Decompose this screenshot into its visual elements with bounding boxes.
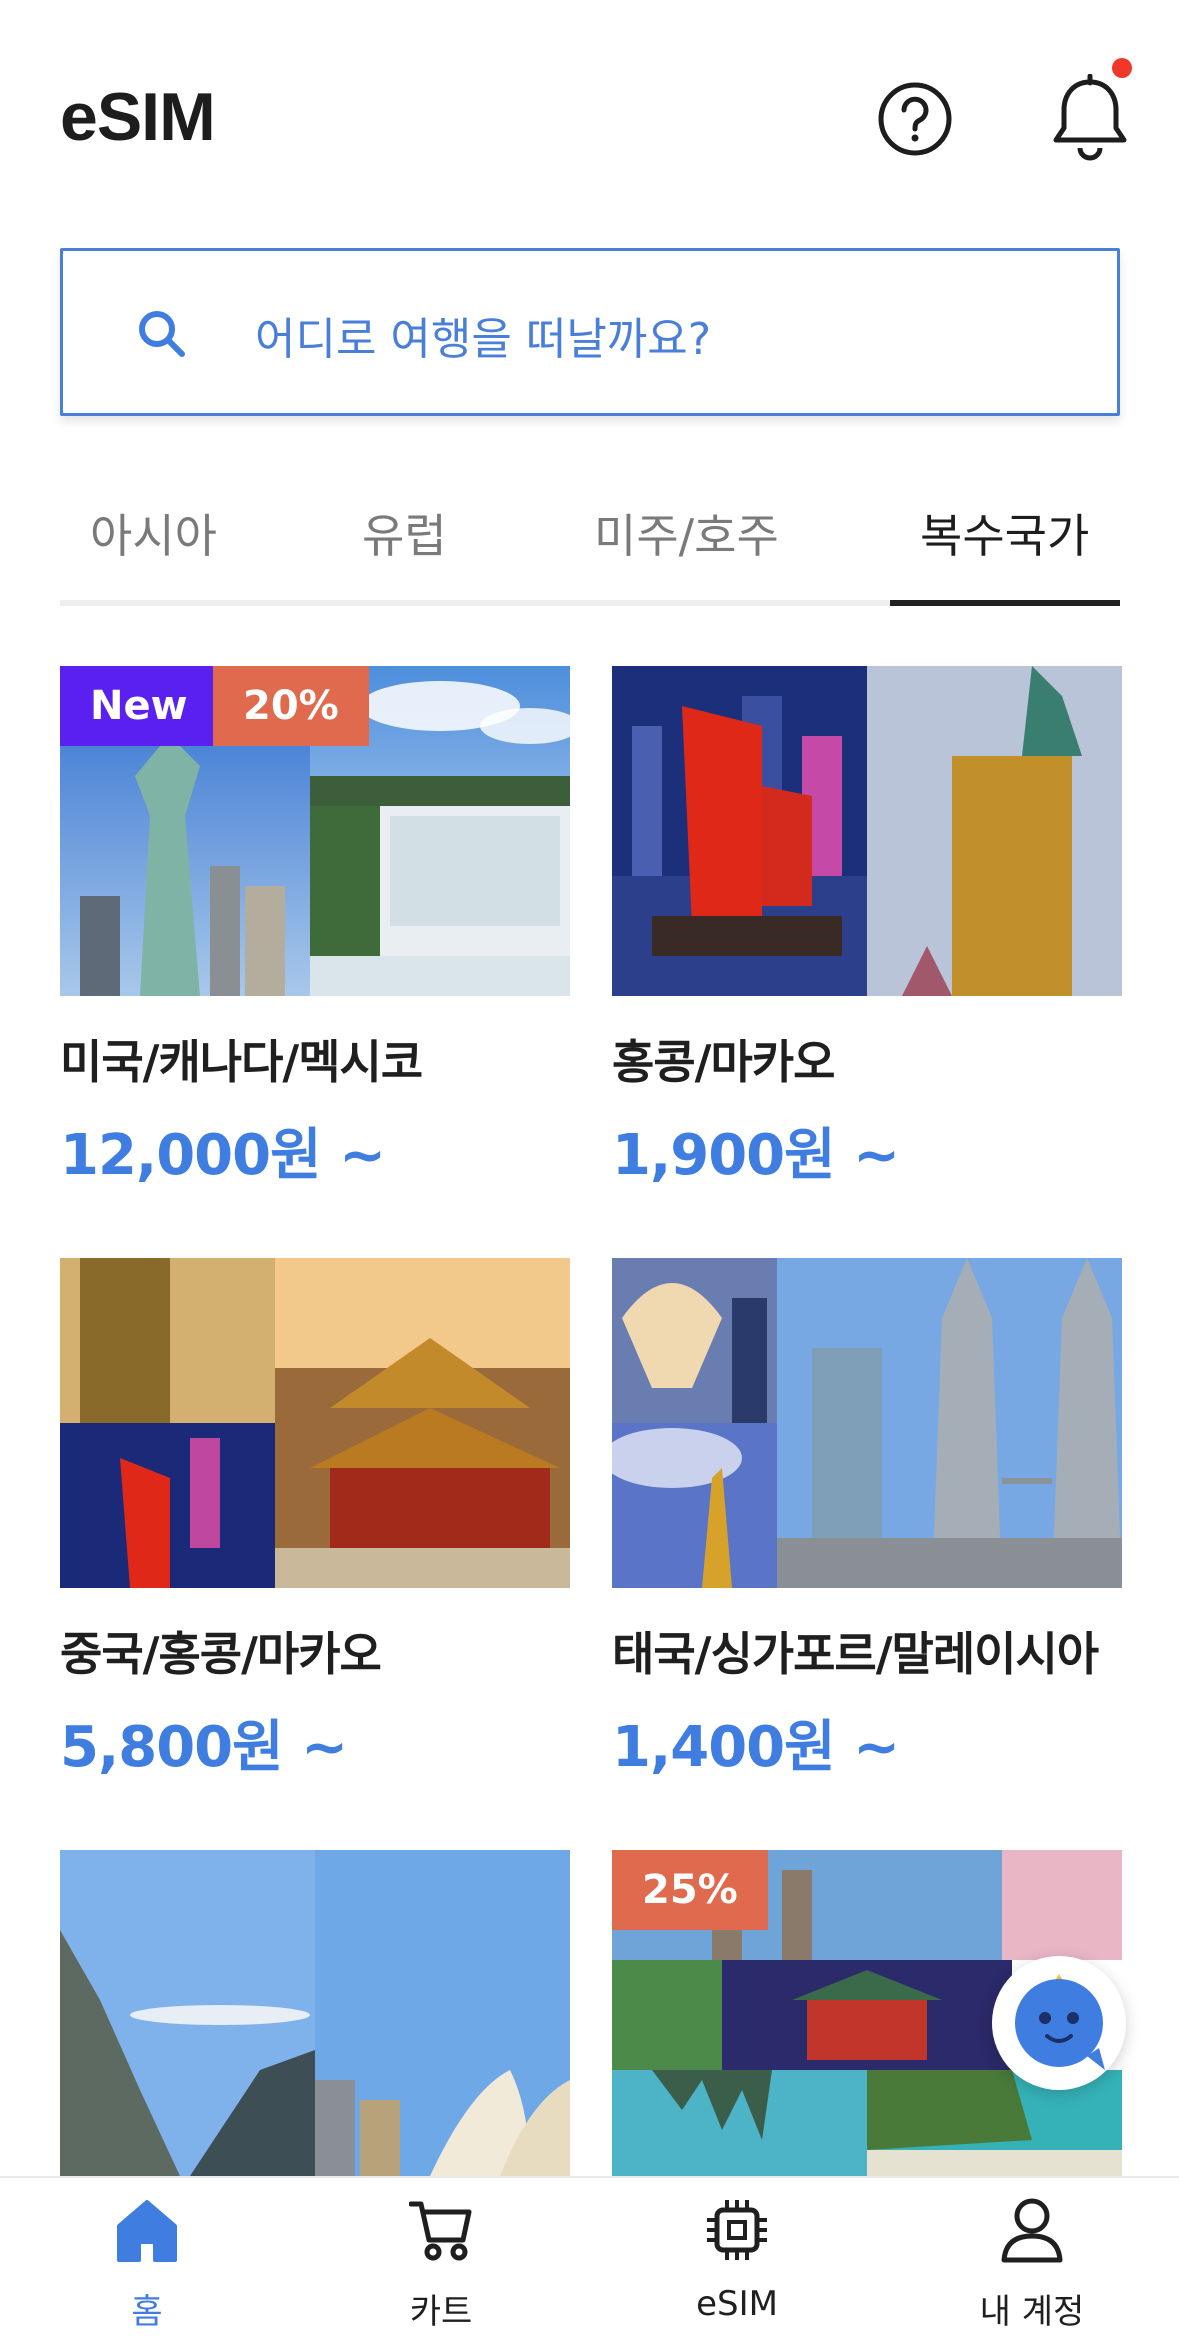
- user-icon: [1001, 2198, 1063, 2263]
- badge-discount: 20%: [213, 666, 369, 746]
- app-header: eSIM: [0, 0, 1179, 230]
- tab-americas-oceania[interactable]: 미주/호주: [594, 500, 779, 566]
- nav-esim-label: eSIM: [696, 2284, 778, 2324]
- tab-multi-country[interactable]: 복수국가: [920, 500, 1089, 566]
- notification-dot: [1112, 58, 1132, 78]
- product-card-hongkong-macau[interactable]: 홍콩/마카오 1,900원 ~: [612, 666, 1122, 1191]
- region-tabs: 아시아 유럽 미주/호주 복수국가: [60, 470, 1120, 606]
- card-price: 1,400원 ~: [612, 1715, 900, 1780]
- card-title: 태국/싱가포르/말레이시아: [612, 1627, 1099, 1681]
- tab-asia[interactable]: 아시아: [90, 500, 217, 566]
- card-image: [612, 1258, 1122, 1588]
- cart-icon: [409, 2201, 472, 2261]
- badge-new: New: [60, 666, 218, 746]
- app-title: eSIM: [60, 79, 216, 155]
- nav-account[interactable]: 내 계정: [885, 2178, 1179, 2346]
- badge-discount: 25%: [612, 1850, 768, 1930]
- card-price: 1,900원 ~: [612, 1123, 900, 1188]
- nav-esim[interactable]: eSIM: [590, 2178, 884, 2346]
- card-title: 홍콩/마카오: [612, 1035, 835, 1089]
- chatbot-button[interactable]: [992, 1956, 1126, 2090]
- search-icon: [139, 311, 185, 357]
- tab-europe[interactable]: 유럽: [362, 500, 447, 566]
- product-card-usa-canada-mexico[interactable]: New 20% 미국/캐나다/멕시코 12,000원 ~: [60, 666, 570, 1191]
- home-icon: [117, 2200, 177, 2262]
- nav-cart[interactable]: 카트: [294, 2178, 588, 2346]
- product-card-oceania[interactable]: [60, 1850, 570, 2176]
- chip-icon: [707, 2200, 767, 2260]
- chatbot-icon: [1015, 1974, 1105, 2070]
- card-title: 중국/홍콩/마카오: [60, 1627, 382, 1681]
- product-card-thailand-singapore-malaysia[interactable]: 태국/싱가포르/말레이시아 1,400원 ~: [612, 1258, 1122, 1783]
- bell-icon[interactable]: [1048, 74, 1132, 164]
- nav-home[interactable]: 홈: [0, 2178, 294, 2346]
- search-placeholder: 어디로 여행을 떠날까요?: [255, 314, 712, 365]
- destination-search[interactable]: 어디로 여행을 떠날까요?: [60, 248, 1120, 416]
- bottom-navigation: 홈 카트 eSIM 내 계정: [0, 2176, 1179, 2346]
- card-image: New 20%: [60, 666, 570, 996]
- card-price: 12,000원 ~: [60, 1123, 386, 1188]
- nav-account-label: 내 계정: [979, 2292, 1085, 2332]
- help-icon[interactable]: [876, 80, 954, 158]
- card-image: [60, 1258, 570, 1588]
- card-image: [60, 1850, 570, 2176]
- active-tab-indicator: [890, 600, 1120, 606]
- card-price: 5,800원 ~: [60, 1715, 348, 1780]
- product-card-china-hongkong-macau[interactable]: 중국/홍콩/마카오 5,800원 ~: [60, 1258, 570, 1783]
- nav-home-label: 홈: [131, 2292, 163, 2332]
- card-image: [612, 666, 1122, 996]
- nav-cart-label: 카트: [409, 2292, 473, 2332]
- card-title: 미국/캐나다/멕시코: [60, 1035, 423, 1089]
